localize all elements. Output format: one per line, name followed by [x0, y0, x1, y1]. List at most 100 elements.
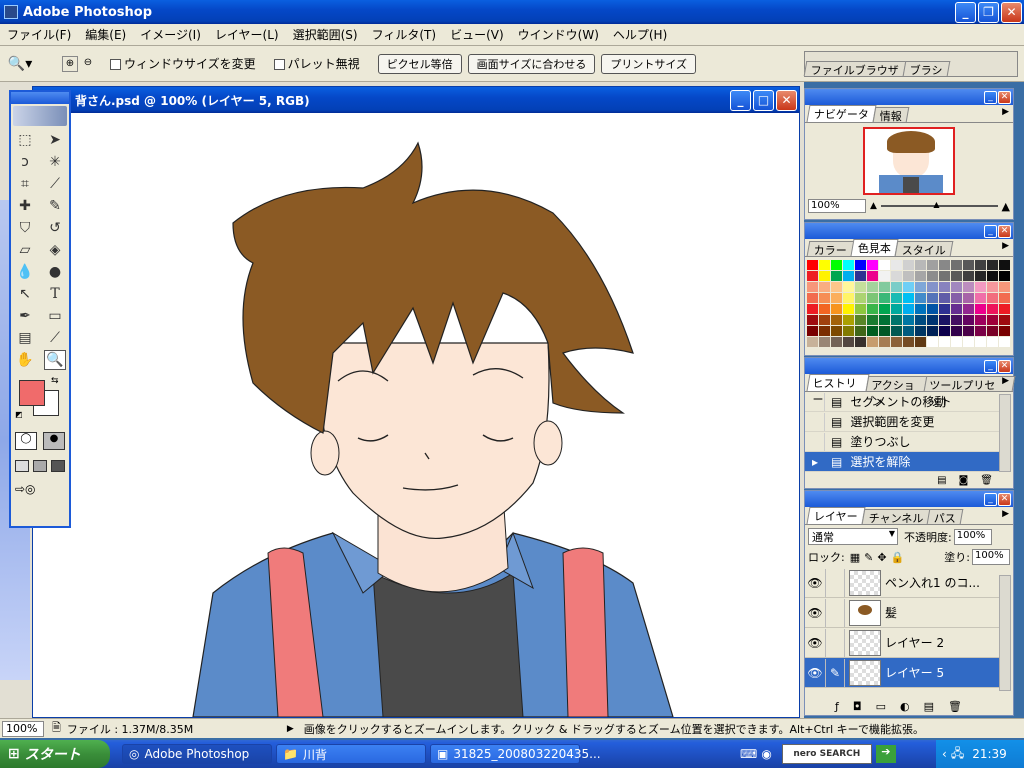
color-swatch[interactable]: [855, 326, 866, 336]
restore-button[interactable]: ❐: [978, 1, 999, 23]
color-swatch[interactable]: [867, 282, 878, 292]
color-swatch[interactable]: [831, 260, 842, 270]
color-swatch[interactable]: [879, 315, 890, 325]
screen-mode-full-icon[interactable]: [51, 460, 65, 472]
tab-styles[interactable]: スタイル: [894, 241, 954, 257]
swatches-minimize-button[interactable]: _: [984, 224, 997, 238]
screen-mode-standard-icon[interactable]: [15, 460, 29, 472]
layers-scrollbar[interactable]: [999, 575, 1011, 691]
print-size-button[interactable]: プリントサイズ: [601, 53, 697, 74]
color-swatch[interactable]: [807, 260, 818, 270]
color-swatch[interactable]: [891, 326, 902, 336]
foreground-color-swatch[interactable]: [19, 380, 45, 406]
color-swatch[interactable]: [915, 326, 926, 336]
color-swatch[interactable]: [975, 282, 986, 292]
color-swatch[interactable]: [807, 282, 818, 292]
tab-swatches[interactable]: 色見本: [850, 239, 899, 256]
status-menu-arrow-icon[interactable]: ▶: [287, 724, 294, 734]
doc-maximize-button[interactable]: □: [753, 89, 774, 111]
color-swatch[interactable]: [975, 271, 986, 281]
marquee-tool-icon[interactable]: ⬚: [14, 130, 36, 150]
history-item-selected[interactable]: ▸ ▤ 選択を解除: [805, 452, 999, 472]
color-swatch[interactable]: [879, 293, 890, 303]
lasso-tool-icon[interactable]: ↄ: [14, 152, 36, 172]
canvas-artwork[interactable]: [33, 113, 799, 718]
paint-bucket-tool-icon[interactable]: ◈: [44, 240, 66, 260]
color-swatch[interactable]: [867, 293, 878, 303]
color-swatch[interactable]: [855, 282, 866, 292]
color-swatch[interactable]: [999, 293, 1010, 303]
color-swatch[interactable]: [915, 260, 926, 270]
doc-close-button[interactable]: ✕: [776, 89, 797, 111]
lock-position-icon[interactable]: ✥: [877, 551, 886, 564]
eyedropper-tool-icon[interactable]: ⟋: [44, 328, 66, 348]
menu-window[interactable]: ウインドウ(W): [511, 26, 606, 43]
color-swatch[interactable]: [951, 326, 962, 336]
swatches-menu-icon[interactable]: ▶: [1002, 241, 1009, 251]
layer-style-icon[interactable]: ƒ: [835, 700, 839, 713]
color-swatch[interactable]: [819, 271, 830, 281]
color-swatch[interactable]: [999, 337, 1010, 347]
color-swatch[interactable]: [867, 260, 878, 270]
color-swatch[interactable]: [807, 315, 818, 325]
color-swatch[interactable]: [927, 271, 938, 281]
color-swatch[interactable]: [855, 315, 866, 325]
history-minimize-button[interactable]: _: [984, 359, 997, 373]
delete-state-icon[interactable]: 🗑: [980, 475, 993, 486]
new-document-from-state-icon[interactable]: ▤: [937, 475, 946, 486]
color-swatch[interactable]: [903, 326, 914, 336]
color-swatch[interactable]: [963, 326, 974, 336]
default-colors-icon[interactable]: ◩: [15, 410, 23, 419]
tab-info[interactable]: 情報: [872, 107, 910, 123]
color-swatch[interactable]: [855, 260, 866, 270]
jump-to-imageready-icon[interactable]: ⇨◎: [15, 482, 65, 500]
color-swatch[interactable]: [915, 337, 926, 347]
history-menu-icon[interactable]: ▶: [1002, 376, 1009, 386]
color-swatch[interactable]: [951, 315, 962, 325]
color-swatch[interactable]: [807, 304, 818, 314]
color-swatch[interactable]: [939, 282, 950, 292]
color-swatch[interactable]: [819, 260, 830, 270]
network-icon[interactable]: 🖧: [951, 744, 964, 765]
color-swatch[interactable]: [807, 337, 818, 347]
eye-icon[interactable]: 👁: [805, 666, 825, 680]
taskbar-item-folder[interactable]: 📁 川背: [276, 744, 426, 764]
swatches-close-button[interactable]: ✕: [998, 224, 1011, 238]
color-swatch[interactable]: [891, 315, 902, 325]
color-swatch[interactable]: [987, 282, 998, 292]
healing-brush-tool-icon[interactable]: ✚: [14, 196, 36, 216]
color-swatch[interactable]: [987, 260, 998, 270]
blend-mode-select[interactable]: 通常 ▼: [808, 528, 898, 545]
color-swatch[interactable]: [999, 282, 1010, 292]
layer-row[interactable]: 👁 ペン入れ1 のコ...: [805, 568, 999, 598]
color-swatch[interactable]: [819, 315, 830, 325]
palette-well-tab-brushes[interactable]: ブラシ: [902, 61, 951, 77]
color-swatch[interactable]: [867, 315, 878, 325]
notes-tool-icon[interactable]: ▤: [14, 328, 36, 348]
move-tool-icon[interactable]: ➤: [44, 130, 66, 150]
color-swatch[interactable]: [927, 315, 938, 325]
zoom-out-icon[interactable]: ⊖: [80, 56, 96, 72]
color-swatch[interactable]: [987, 271, 998, 281]
menu-file[interactable]: ファイル(F): [0, 26, 78, 43]
zoom-tool-icon[interactable]: 🔍: [44, 350, 66, 370]
color-swatch[interactable]: [879, 326, 890, 336]
color-swatch[interactable]: [951, 282, 962, 292]
color-swatch[interactable]: [831, 293, 842, 303]
brush-link-icon[interactable]: ✎: [825, 658, 845, 687]
color-swatch[interactable]: [927, 260, 938, 270]
color-swatch[interactable]: [927, 282, 938, 292]
lock-all-icon[interactable]: 🔒: [891, 551, 905, 564]
layer-row[interactable]: 👁 髪: [805, 598, 999, 628]
color-swatch[interactable]: [951, 337, 962, 347]
quick-mask-icon[interactable]: ●: [43, 432, 65, 450]
color-swatch[interactable]: [879, 271, 890, 281]
color-swatch[interactable]: [903, 260, 914, 270]
color-swatch[interactable]: [843, 260, 854, 270]
standard-mode-icon[interactable]: ◯: [15, 432, 37, 450]
layer-row-selected[interactable]: 👁 ✎ レイヤー 5: [805, 658, 999, 688]
dodge-tool-icon[interactable]: ●: [44, 262, 66, 282]
menu-select[interactable]: 選択範囲(S): [286, 26, 365, 43]
color-swatch[interactable]: [987, 326, 998, 336]
color-swatch[interactable]: [915, 293, 926, 303]
